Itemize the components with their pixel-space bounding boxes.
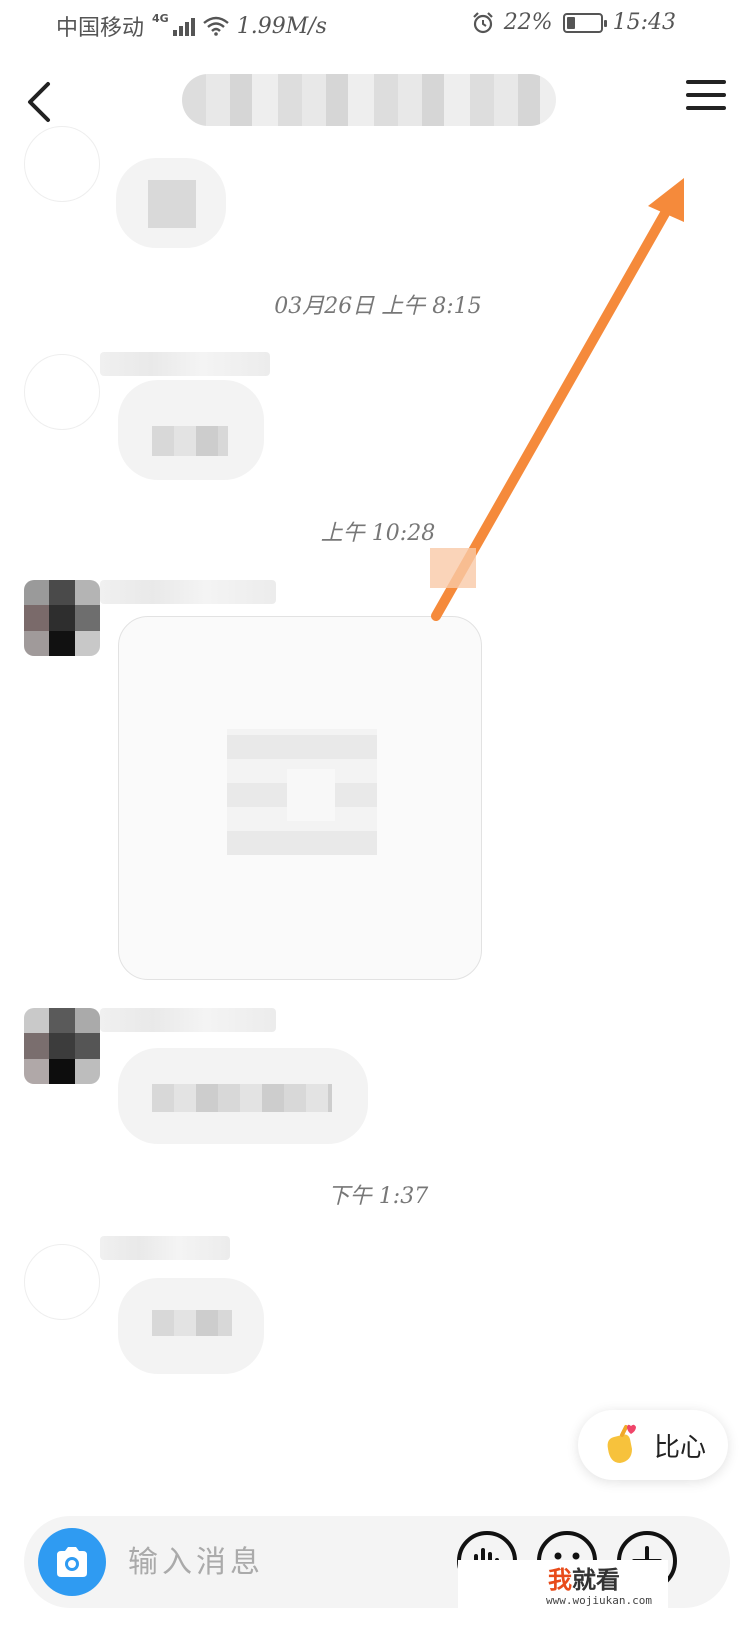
message-bubble[interactable]: [118, 1278, 264, 1374]
battery-percent: 22%: [503, 10, 553, 35]
avatar[interactable]: [24, 580, 100, 656]
alarm-icon: [472, 11, 493, 33]
image-message[interactable]: [118, 616, 482, 980]
avatar[interactable]: [24, 354, 100, 430]
watermark-brand: 我就看: [548, 1566, 620, 1594]
sender-name-blurred: [100, 1236, 230, 1260]
finger-heart-button[interactable]: 比心: [578, 1410, 728, 1480]
network-type-label: 4G: [152, 11, 169, 25]
message-bubble[interactable]: [118, 1048, 368, 1144]
message-bubble[interactable]: [118, 380, 264, 480]
back-button[interactable]: [18, 70, 68, 130]
chat-header: [0, 60, 756, 140]
avatar[interactable]: [24, 1244, 100, 1320]
timestamp: 03月26日 上午 8:15: [274, 294, 482, 319]
message-input[interactable]: [128, 1538, 428, 1586]
timestamp: 上午 10:28: [320, 521, 436, 546]
avatar[interactable]: [24, 1008, 100, 1084]
finger-heart-icon: [607, 1424, 636, 1463]
wifi-icon: [202, 16, 229, 36]
watermark-url: www.wojiukan.com: [546, 1594, 652, 1607]
camera-button[interactable]: [38, 1528, 106, 1596]
timestamp: 下午 1:37: [327, 1184, 429, 1209]
message-bubble[interactable]: [116, 158, 226, 248]
menu-button[interactable]: [686, 80, 726, 120]
chat-title-blurred: [182, 74, 556, 126]
sender-name-blurred: [100, 352, 270, 376]
sender-name-blurred: [100, 1008, 276, 1032]
status-right: 22% 15:43: [472, 10, 676, 35]
network-speed: 1.99M/s: [236, 13, 327, 39]
watermark: 我就看 www.wojiukan.com: [458, 1560, 668, 1622]
battery-icon: [562, 12, 607, 33]
camera-icon: [57, 1547, 87, 1577]
clock: 15:43: [612, 10, 676, 35]
status-bar: 中国移动 4G 1.99M/s 22% 15:43: [0, 0, 756, 50]
avatar[interactable]: [24, 126, 100, 202]
sender-name-blurred: [100, 580, 276, 604]
signal-icon: [172, 16, 195, 36]
chevron-left-icon: [28, 82, 50, 122]
finger-heart-label: 比心: [653, 1432, 706, 1463]
carrier-label: 中国移动: [56, 16, 145, 41]
status-left: 中国移动 4G 1.99M/s: [56, 10, 327, 42]
image-content-blurred: [227, 729, 377, 855]
hamburger-menu-icon: [686, 80, 726, 84]
